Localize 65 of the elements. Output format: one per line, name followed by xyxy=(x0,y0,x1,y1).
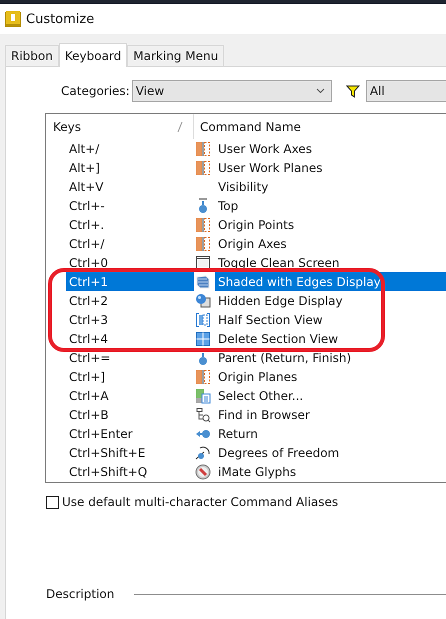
command-cell[interactable]: User Work Planes xyxy=(215,158,446,177)
command-cell[interactable]: Hidden Edge Display xyxy=(215,291,446,310)
key-cell[interactable]: Ctrl+1 xyxy=(66,272,194,291)
command-cell[interactable]: Origin Axes xyxy=(215,234,446,253)
key-cell[interactable]: Ctrl+B xyxy=(66,405,194,424)
key-cell[interactable]: Ctrl+= xyxy=(66,348,194,367)
column-header[interactable]: Command Name xyxy=(200,120,301,134)
plane-icon xyxy=(195,368,211,384)
key-cell[interactable]: Ctrl+4 xyxy=(66,329,194,348)
key-cell[interactable]: Ctrl+0 xyxy=(66,253,194,272)
key-cell[interactable]: Ctrl+Shift+E xyxy=(66,443,194,462)
window-icon xyxy=(195,254,211,270)
tab[interactable]: Keyboard xyxy=(58,43,128,67)
tab[interactable]: Ribbon xyxy=(5,45,59,66)
filter-icon[interactable] xyxy=(346,84,360,98)
command-cell[interactable]: Visibility xyxy=(215,177,446,196)
key-cell[interactable]: Ctrl+2 xyxy=(66,291,194,310)
command-cell[interactable]: Half Section View xyxy=(215,310,446,329)
column-header[interactable]: Keys xyxy=(53,120,82,134)
command-cell[interactable]: Return xyxy=(215,424,446,443)
sphere-cube-icon xyxy=(195,292,211,308)
categories-label: Categories: xyxy=(61,84,130,98)
checkbox[interactable] xyxy=(46,496,59,508)
app-logo-icon xyxy=(4,10,22,28)
key-cell[interactable]: Ctrl+Enter xyxy=(66,424,194,443)
key-cell[interactable]: Ctrl+3 xyxy=(66,310,194,329)
plane-icon xyxy=(195,216,211,232)
select-other-icon xyxy=(195,388,211,404)
key-cell[interactable]: Ctrl+/ xyxy=(66,234,194,253)
command-cell[interactable]: Find in Browser xyxy=(215,405,446,424)
command-cell[interactable]: Shaded with Edges Display xyxy=(215,272,446,291)
command-cell[interactable]: Degrees of Freedom xyxy=(215,443,446,462)
plane-icon xyxy=(195,140,211,156)
checkbox-label: Use default multi-character Command Aliases xyxy=(62,495,338,509)
categories-dropdown[interactable]: View xyxy=(132,80,332,102)
command-cell[interactable]: Select Other... xyxy=(215,386,446,405)
command-cell[interactable]: Delete Section View xyxy=(215,329,446,348)
chevron-down-icon xyxy=(316,88,325,94)
sort-icon xyxy=(177,120,183,132)
key-cell[interactable]: Alt+] xyxy=(66,158,194,177)
command-cell[interactable]: Parent (Return, Finish) xyxy=(215,348,446,367)
key-cell[interactable]: Alt+V xyxy=(66,177,194,196)
key-cell[interactable]: Ctrl+] xyxy=(66,367,194,386)
command-cell[interactable]: Origin Planes xyxy=(215,367,446,386)
window-title: Customize xyxy=(26,12,94,26)
tree-search-icon xyxy=(195,406,211,422)
rotation-icon xyxy=(195,444,211,460)
shaded-cube-icon xyxy=(195,274,211,290)
grid-icon xyxy=(195,330,211,346)
key-cell[interactable]: Ctrl+Shift+Q xyxy=(66,462,194,481)
key-cell[interactable]: Ctrl+- xyxy=(66,196,194,215)
description-label: Description xyxy=(46,587,114,601)
section-view-icon xyxy=(195,312,211,328)
command-cell[interactable]: iMate Glyphs xyxy=(215,462,446,481)
tab[interactable]: Marking Menu xyxy=(127,45,224,66)
filter-dropdown[interactable]: All xyxy=(366,80,446,102)
command-cell[interactable]: User Work Axes xyxy=(215,139,446,158)
key-cell[interactable]: Ctrl+. xyxy=(66,215,194,234)
key-cell[interactable]: Ctrl+A xyxy=(66,386,194,405)
command-cell[interactable]: Origin Points xyxy=(215,215,446,234)
key-cell[interactable]: Alt+/ xyxy=(66,139,194,158)
command-cell[interactable]: Top xyxy=(215,196,446,215)
plane-icon xyxy=(195,160,211,176)
plane-icon xyxy=(195,236,211,252)
gauge-icon xyxy=(195,464,211,480)
